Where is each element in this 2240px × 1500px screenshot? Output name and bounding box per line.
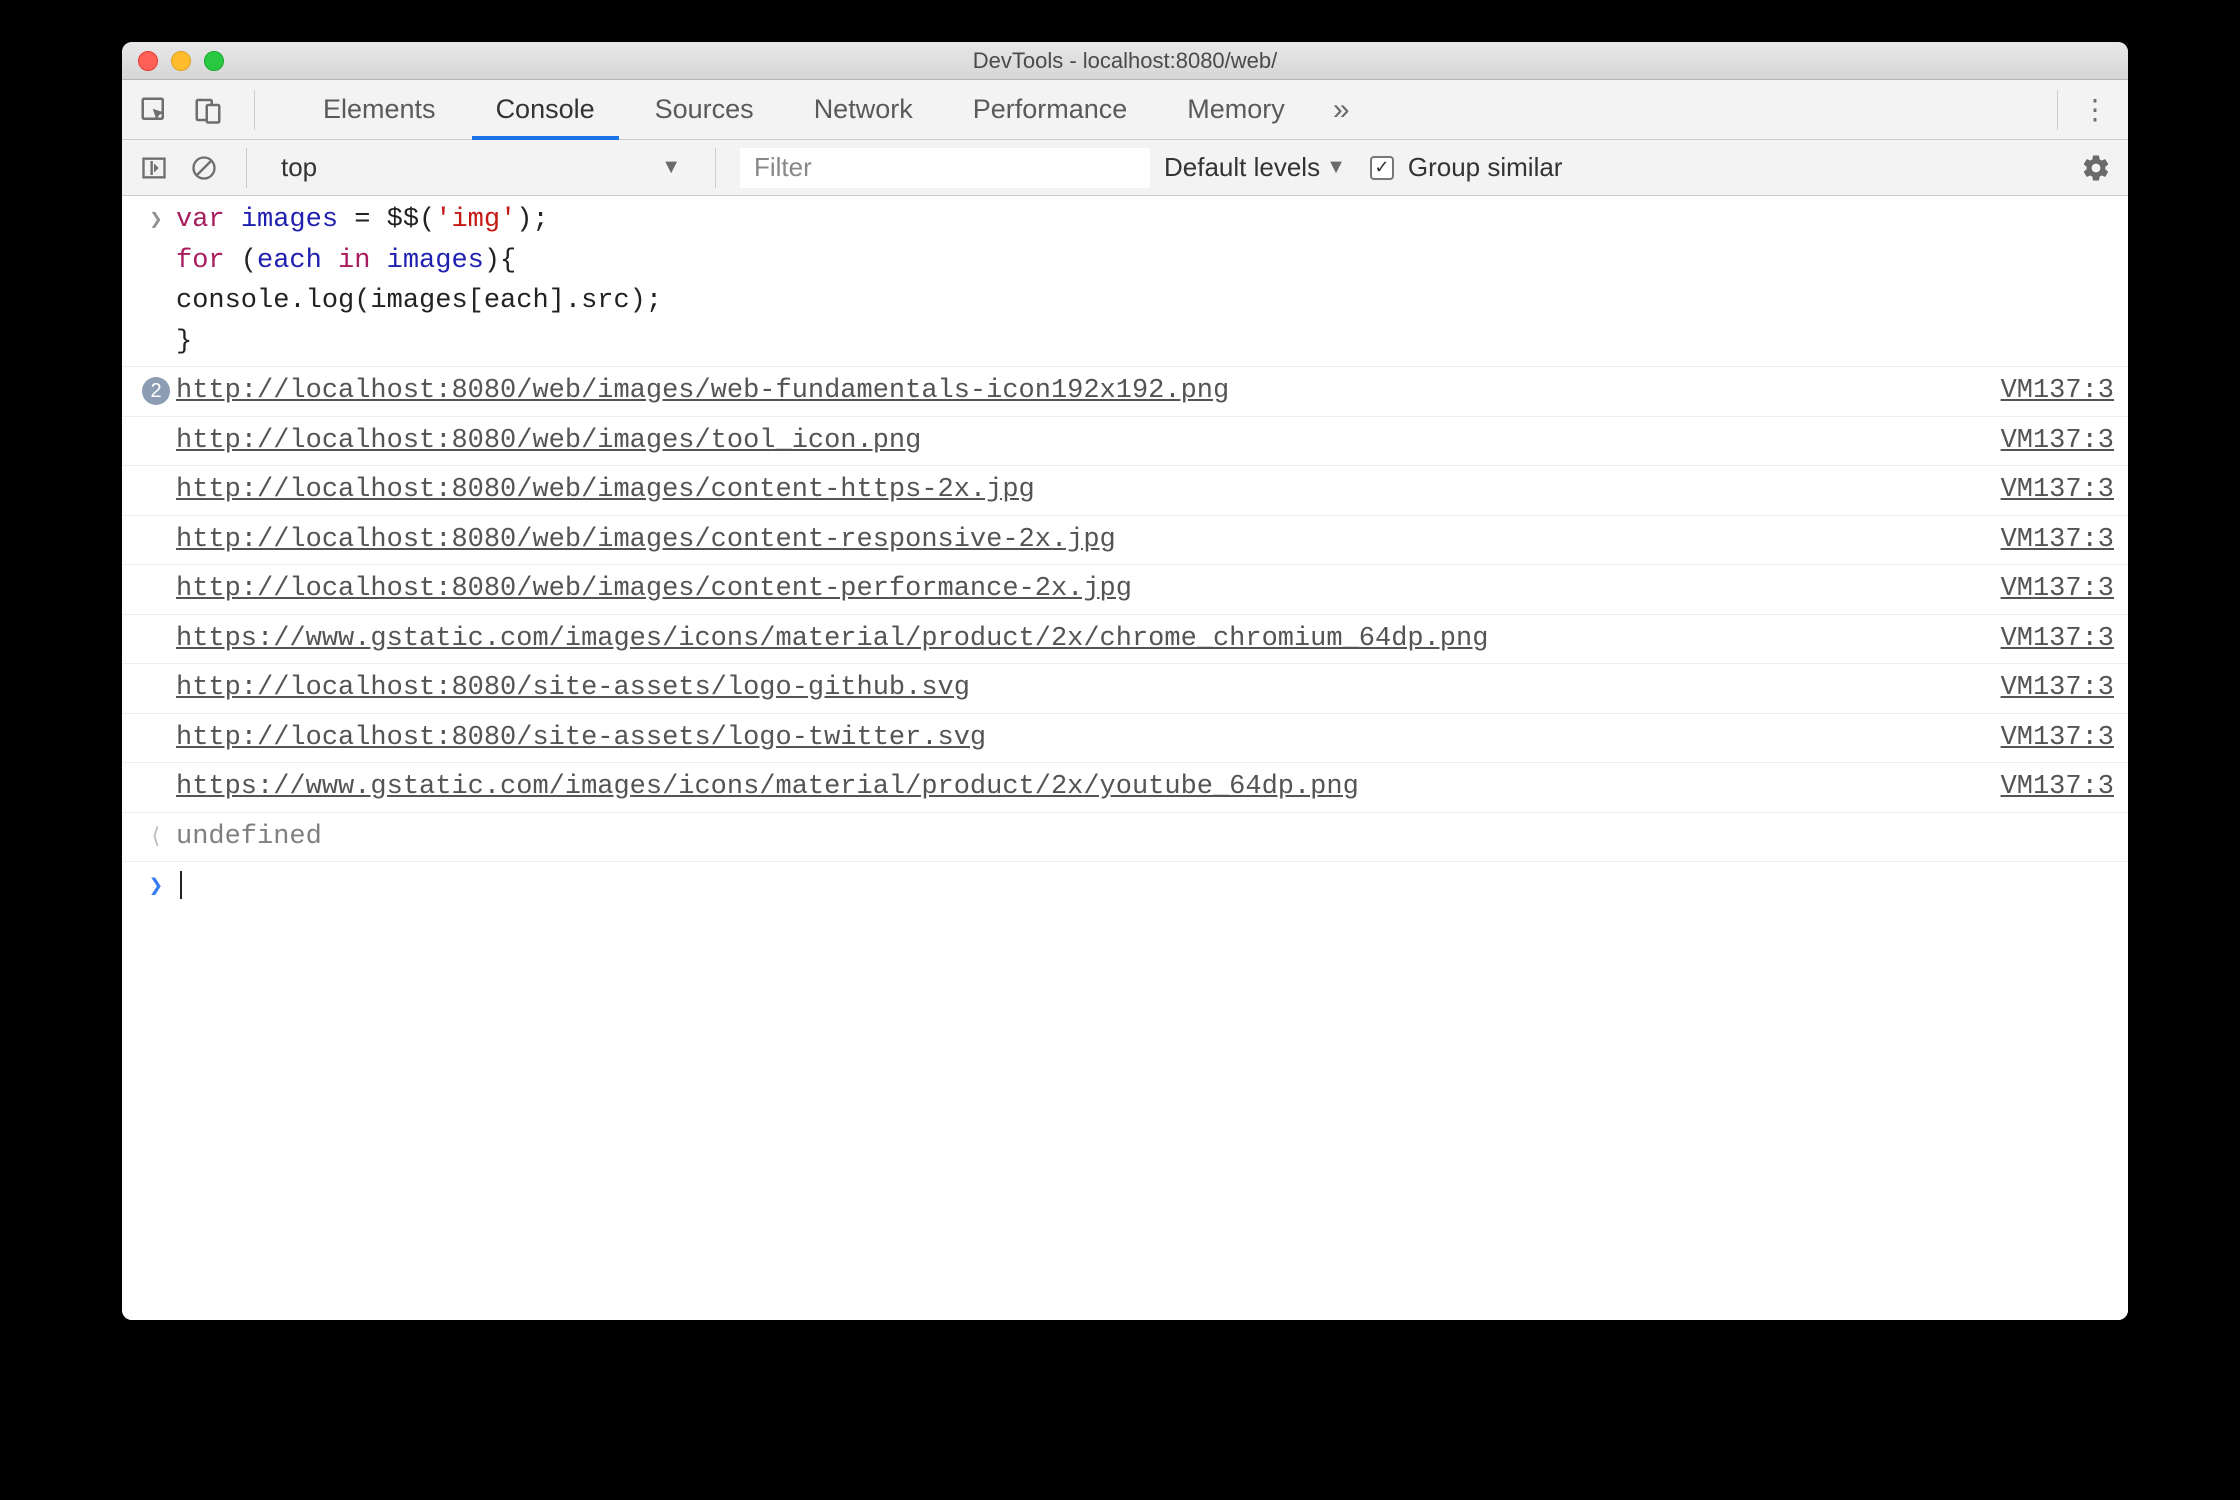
context-label: top bbox=[281, 152, 317, 183]
console-log-row: http://localhost:8080/web/images/content… bbox=[122, 466, 2128, 516]
log-gutter bbox=[136, 668, 176, 672]
log-message: https://www.gstatic.com/images/icons/mat… bbox=[176, 767, 1989, 808]
log-url-link[interactable]: http://localhost:8080/web/images/content… bbox=[176, 475, 1035, 505]
log-source-link[interactable]: VM137:3 bbox=[1989, 421, 2114, 462]
console-prompt-row[interactable]: ❯ bbox=[122, 862, 2128, 911]
log-gutter bbox=[136, 619, 176, 623]
console-result-row: ⟨ undefined bbox=[122, 813, 2128, 863]
clear-console-icon[interactable] bbox=[186, 150, 222, 186]
main-tabbar: Elements Console Sources Network Perform… bbox=[122, 80, 2128, 140]
log-url-link[interactable]: http://localhost:8080/web/images/web-fun… bbox=[176, 376, 1229, 406]
kebab-menu-icon[interactable]: ⋮ bbox=[2078, 92, 2114, 128]
devtools-window: DevTools - localhost:8080/web/ Elements … bbox=[122, 42, 2128, 1320]
input-prompt-icon: ❯ bbox=[136, 200, 176, 237]
prompt-icon: ❯ bbox=[136, 866, 176, 906]
execution-context-select[interactable]: top ▼ bbox=[271, 148, 691, 187]
separator bbox=[2057, 90, 2058, 130]
group-similar-label: Group similar bbox=[1408, 152, 1563, 183]
log-message: http://localhost:8080/web/images/content… bbox=[176, 569, 1989, 610]
log-source-link[interactable]: VM137:3 bbox=[1989, 767, 2114, 808]
repeat-count-badge: 2 bbox=[142, 377, 170, 405]
log-gutter: 2 bbox=[136, 371, 176, 405]
chevron-down-icon: ▼ bbox=[661, 156, 681, 179]
log-message: http://localhost:8080/web/images/tool_ic… bbox=[176, 421, 1989, 462]
console-input-code: var images = $$('img'); for (each in ima… bbox=[176, 200, 2114, 362]
console-output[interactable]: ❯ var images = $$('img'); for (each in i… bbox=[122, 196, 2128, 1320]
log-source-link[interactable]: VM137:3 bbox=[1989, 569, 2114, 610]
console-log-row: http://localhost:8080/web/images/tool_ic… bbox=[122, 417, 2128, 467]
inspect-element-icon[interactable] bbox=[136, 92, 172, 128]
panel-tabs: Elements Console Sources Network Perform… bbox=[293, 80, 1368, 139]
tab-label: Network bbox=[814, 94, 913, 125]
titlebar: DevTools - localhost:8080/web/ bbox=[122, 42, 2128, 80]
log-message: http://localhost:8080/web/images/content… bbox=[176, 470, 1989, 511]
log-gutter bbox=[136, 520, 176, 524]
tab-performance[interactable]: Performance bbox=[943, 80, 1158, 139]
tab-label: Elements bbox=[323, 94, 436, 125]
console-filterbar: top ▼ Default levels ▼ ✓ Group similar bbox=[122, 140, 2128, 196]
console-input-row: ❯ var images = $$('img'); for (each in i… bbox=[122, 196, 2128, 367]
tab-label: Sources bbox=[655, 94, 754, 125]
tab-elements[interactable]: Elements bbox=[293, 80, 466, 139]
console-prompt-input[interactable] bbox=[176, 866, 2114, 907]
log-source-link[interactable]: VM137:3 bbox=[1989, 619, 2114, 660]
separator bbox=[246, 148, 247, 188]
log-message: http://localhost:8080/site-assets/logo-g… bbox=[176, 668, 1989, 709]
log-gutter bbox=[136, 421, 176, 425]
log-url-link[interactable]: http://localhost:8080/web/images/content… bbox=[176, 574, 1132, 604]
console-result-value: undefined bbox=[176, 817, 2114, 858]
overflow-glyph: » bbox=[1333, 93, 1350, 127]
sidebar-toggle-icon[interactable] bbox=[136, 150, 172, 186]
tab-console[interactable]: Console bbox=[466, 80, 625, 139]
tab-network[interactable]: Network bbox=[784, 80, 943, 139]
log-message: http://localhost:8080/web/images/content… bbox=[176, 520, 1989, 561]
console-log-row: http://localhost:8080/site-assets/logo-t… bbox=[122, 714, 2128, 764]
log-message: http://localhost:8080/web/images/web-fun… bbox=[176, 371, 1989, 412]
log-message: https://www.gstatic.com/images/icons/mat… bbox=[176, 619, 1989, 660]
log-gutter bbox=[136, 767, 176, 771]
console-log-row: 2http://localhost:8080/web/images/web-fu… bbox=[122, 367, 2128, 417]
log-gutter bbox=[136, 718, 176, 722]
console-log-row: https://www.gstatic.com/images/icons/mat… bbox=[122, 763, 2128, 813]
tabs-overflow-button[interactable]: » bbox=[1315, 80, 1368, 139]
tab-memory[interactable]: Memory bbox=[1157, 80, 1315, 139]
console-log-row: http://localhost:8080/web/images/content… bbox=[122, 565, 2128, 615]
tab-label: Console bbox=[496, 94, 595, 125]
log-source-link[interactable]: VM137:3 bbox=[1989, 668, 2114, 709]
log-gutter bbox=[136, 569, 176, 573]
chevron-down-icon: ▼ bbox=[1326, 156, 1346, 179]
log-source-link[interactable]: VM137:3 bbox=[1989, 718, 2114, 759]
log-url-link[interactable]: http://localhost:8080/site-assets/logo-g… bbox=[176, 673, 970, 703]
log-message: http://localhost:8080/site-assets/logo-t… bbox=[176, 718, 1989, 759]
log-url-link[interactable]: http://localhost:8080/site-assets/logo-t… bbox=[176, 723, 986, 753]
log-source-link[interactable]: VM137:3 bbox=[1989, 371, 2114, 412]
settings-gear-icon[interactable] bbox=[2078, 150, 2114, 186]
log-url-link[interactable]: https://www.gstatic.com/images/icons/mat… bbox=[176, 624, 1488, 654]
tab-label: Memory bbox=[1187, 94, 1285, 125]
console-log-row: https://www.gstatic.com/images/icons/mat… bbox=[122, 615, 2128, 665]
console-log-row: http://localhost:8080/site-assets/logo-g… bbox=[122, 664, 2128, 714]
window-title: DevTools - localhost:8080/web/ bbox=[122, 48, 2128, 74]
log-url-link[interactable]: http://localhost:8080/web/images/tool_ic… bbox=[176, 426, 921, 456]
log-url-link[interactable]: https://www.gstatic.com/images/icons/mat… bbox=[176, 772, 1359, 802]
log-levels-select[interactable]: Default levels ▼ bbox=[1164, 152, 1346, 183]
log-source-link[interactable]: VM137:3 bbox=[1989, 520, 2114, 561]
filter-input[interactable] bbox=[740, 148, 1150, 188]
tab-sources[interactable]: Sources bbox=[625, 80, 784, 139]
device-toolbar-icon[interactable] bbox=[190, 92, 226, 128]
group-similar-toggle[interactable]: ✓ Group similar bbox=[1370, 152, 1563, 183]
console-log-row: http://localhost:8080/web/images/content… bbox=[122, 516, 2128, 566]
result-prompt-icon: ⟨ bbox=[136, 817, 176, 854]
log-url-link[interactable]: http://localhost:8080/web/images/content… bbox=[176, 525, 1116, 555]
log-source-link[interactable]: VM137:3 bbox=[1989, 470, 2114, 511]
checkbox-icon: ✓ bbox=[1370, 156, 1394, 180]
separator bbox=[715, 148, 716, 188]
levels-label: Default levels bbox=[1164, 152, 1320, 183]
tab-label: Performance bbox=[973, 94, 1128, 125]
log-gutter bbox=[136, 470, 176, 474]
separator bbox=[254, 90, 255, 130]
